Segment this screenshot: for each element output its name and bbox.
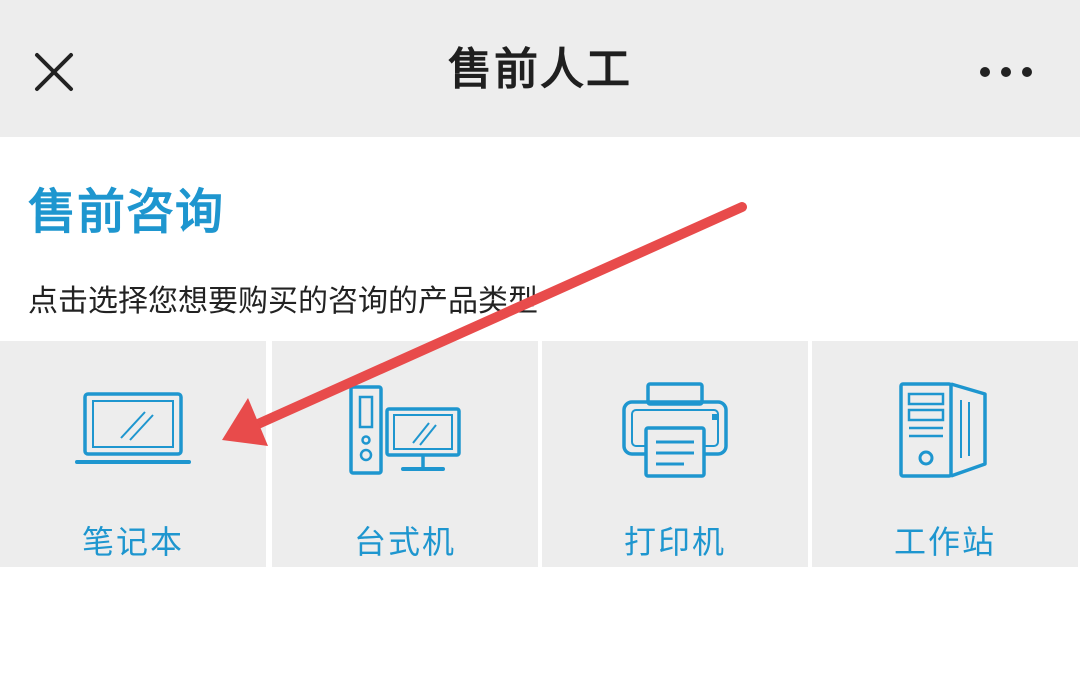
page-title: 售前人工 bbox=[448, 44, 632, 95]
product-grid: 笔记本 台式机 打印机 工作站 bbox=[0, 341, 1080, 567]
desktop-computer-icon bbox=[349, 385, 461, 475]
product-label: 台式机 bbox=[353, 523, 456, 561]
more-horizontal-icon bbox=[980, 67, 1032, 77]
workstation-icon bbox=[899, 382, 987, 478]
section-title: 售前咨询 bbox=[28, 184, 225, 240]
printer-icon bbox=[622, 382, 728, 478]
laptop-icon bbox=[75, 392, 191, 464]
product-label: 工作站 bbox=[893, 523, 996, 561]
product-label: 笔记本 bbox=[81, 523, 184, 561]
product-label: 打印机 bbox=[623, 523, 726, 561]
more-button[interactable] bbox=[966, 40, 1046, 104]
section-subtitle: 点击选择您想要购买的咨询的产品类型 bbox=[28, 284, 538, 319]
product-tile-workstation[interactable]: 工作站 bbox=[812, 341, 1078, 567]
top-bar: 售前人工 bbox=[0, 0, 1080, 137]
product-tile-printer[interactable]: 打印机 bbox=[542, 341, 808, 567]
product-tile-laptop[interactable]: 笔记本 bbox=[0, 341, 266, 567]
app-window: 售前人工 售前咨询 点击选择您想要购买的咨询的产品类型 笔记本 台式机 打印机 … bbox=[0, 0, 1080, 694]
product-tile-desktop[interactable]: 台式机 bbox=[272, 341, 538, 567]
